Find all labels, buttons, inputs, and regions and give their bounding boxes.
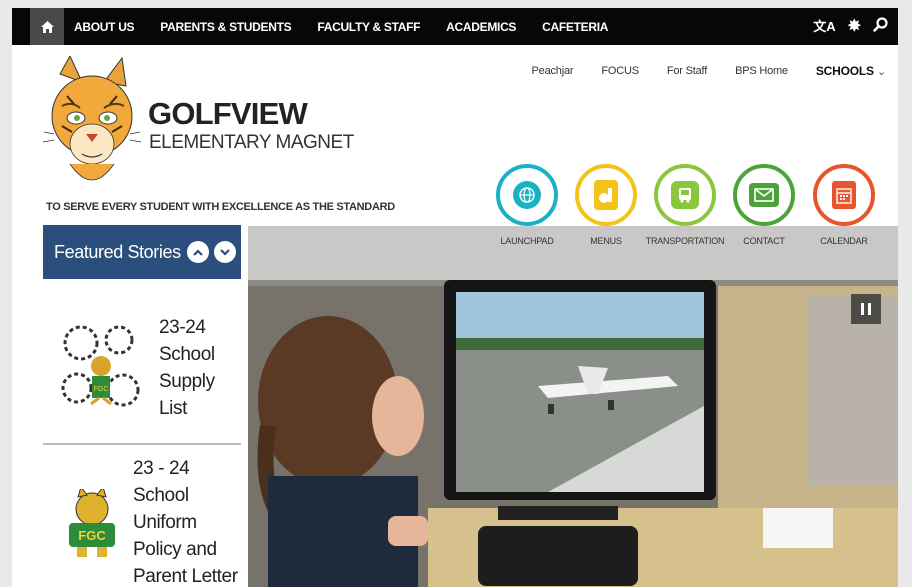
hero-slideshow[interactable] [248, 226, 898, 587]
home-button[interactable] [30, 8, 64, 45]
svg-text:FGC: FGC [94, 386, 109, 393]
school-name[interactable]: GOLFVIEW [148, 96, 308, 132]
nav-tools: 文A ✸ [813, 8, 888, 45]
nav-parents-students[interactable]: PARENTS & STUDENTS [160, 20, 291, 34]
nav-cafeteria[interactable]: CAFETERIA [542, 20, 608, 34]
gear-icon[interactable]: ✸ [848, 18, 861, 35]
chevron-up-icon [193, 248, 203, 256]
quicklink-label: CONTACT [743, 236, 785, 246]
page: ABOUT US PARENTS & STUDENTS FACULTY & ST… [12, 8, 898, 587]
story1-line: List [159, 398, 187, 419]
home-icon [40, 20, 54, 33]
bobcat-mascot-logo[interactable] [42, 56, 142, 196]
story-divider [43, 443, 241, 445]
schools-dropdown[interactable]: SCHOOLS ⌄ [816, 64, 886, 78]
quicklink-circle [733, 164, 795, 226]
story-title-uniform-policy: 23 - 24 School Uniform Policy and Parent… [133, 455, 238, 587]
quicklink-circle [496, 164, 558, 226]
top-nav: ABOUT US PARENTS & STUDENTS FACULTY & ST… [12, 8, 898, 45]
chevron-down-icon [220, 248, 230, 256]
featured-title: Featured Stories [54, 241, 181, 262]
util-link-bps-home[interactable]: BPS Home [735, 65, 788, 77]
featured-header: Featured Stories [43, 225, 241, 279]
nav-faculty-staff[interactable]: FACULTY & STAFF [317, 20, 420, 34]
school-subtitle[interactable]: ELEMENTARY MAGNET [149, 132, 354, 154]
quicklink-label: MENUS [590, 236, 622, 246]
story2-line: Parent Letter [133, 566, 238, 587]
featured-next-button[interactable] [214, 241, 236, 263]
quicklink-menus[interactable]: MENUS [571, 164, 641, 246]
story2-line: Policy and [133, 539, 217, 560]
search-icon-glyph [873, 17, 888, 32]
quicklink-label: CALENDAR [820, 236, 868, 246]
story2-line: Uniform [133, 512, 197, 533]
schools-label: SCHOOLS [815, 64, 874, 78]
utility-links: Peachjar FOCUS For Staff BPS Home SCHOOL… [504, 64, 887, 78]
quicklink-launchpad[interactable]: LAUNCHPAD [492, 164, 562, 246]
search-icon[interactable] [873, 17, 888, 36]
story1-line: School [159, 344, 215, 365]
svg-text:FGC: FGC [78, 528, 106, 543]
calendar-icon [832, 181, 856, 209]
school-motto: TO SERVE EVERY STUDENT WITH EXCELLENCE A… [46, 201, 395, 213]
pause-icon [861, 303, 864, 315]
story2-line: 23 - 24 [133, 458, 190, 479]
quicklink-circle [654, 164, 716, 226]
quicklink-circle [575, 164, 637, 226]
story1-line: 23-24 [159, 317, 206, 338]
slideshow-pause-button[interactable] [851, 294, 881, 324]
hero-photo-flight-simulator [248, 226, 898, 587]
featured-stories: Featured Stories FGC 23-24 School Supply… [43, 225, 241, 587]
nav-about-us[interactable]: ABOUT US [74, 20, 135, 34]
story1-line: Supply [159, 371, 215, 392]
apple-icon [594, 180, 618, 210]
util-link-focus[interactable]: FOCUS [601, 65, 639, 77]
chevron-down-icon: ⌄ [876, 66, 886, 78]
util-link-for-staff[interactable]: For Staff [667, 65, 707, 77]
quicklink-calendar[interactable]: CALENDAR [809, 164, 879, 246]
translate-icon[interactable]: 文A [813, 20, 835, 33]
quicklink-contact[interactable]: CONTACT [729, 164, 799, 246]
quicklink-circle [813, 164, 875, 226]
story-thumbnail-bobcat: FGC [69, 489, 115, 557]
story-title-supply-list: 23-24 School Supply List [159, 314, 215, 422]
quicklink-label: LAUNCHPAD [500, 236, 554, 246]
quicklink-label: TRANSPORTATION [645, 236, 725, 246]
quicklink-transportation[interactable]: TRANSPORTATION [646, 164, 725, 246]
util-link-peachjar[interactable]: Peachjar [532, 65, 574, 77]
bus-icon [671, 181, 699, 209]
pause-icon [868, 303, 871, 315]
story-uniform-policy[interactable]: FGC 23 - 24 School Uniform Policy and Pa… [43, 455, 241, 587]
nav-academics[interactable]: ACADEMICS [446, 20, 516, 34]
story-thumbnail-gears: FGC [61, 325, 140, 407]
featured-prev-button[interactable] [187, 241, 209, 263]
story-supply-list[interactable]: FGC 23-24 School Supply List [43, 303, 241, 433]
envelope-icon [749, 183, 779, 207]
globe-icon [513, 181, 541, 209]
main-menu: ABOUT US PARENTS & STUDENTS FACULTY & ST… [74, 20, 634, 34]
story2-line: School [133, 485, 189, 506]
